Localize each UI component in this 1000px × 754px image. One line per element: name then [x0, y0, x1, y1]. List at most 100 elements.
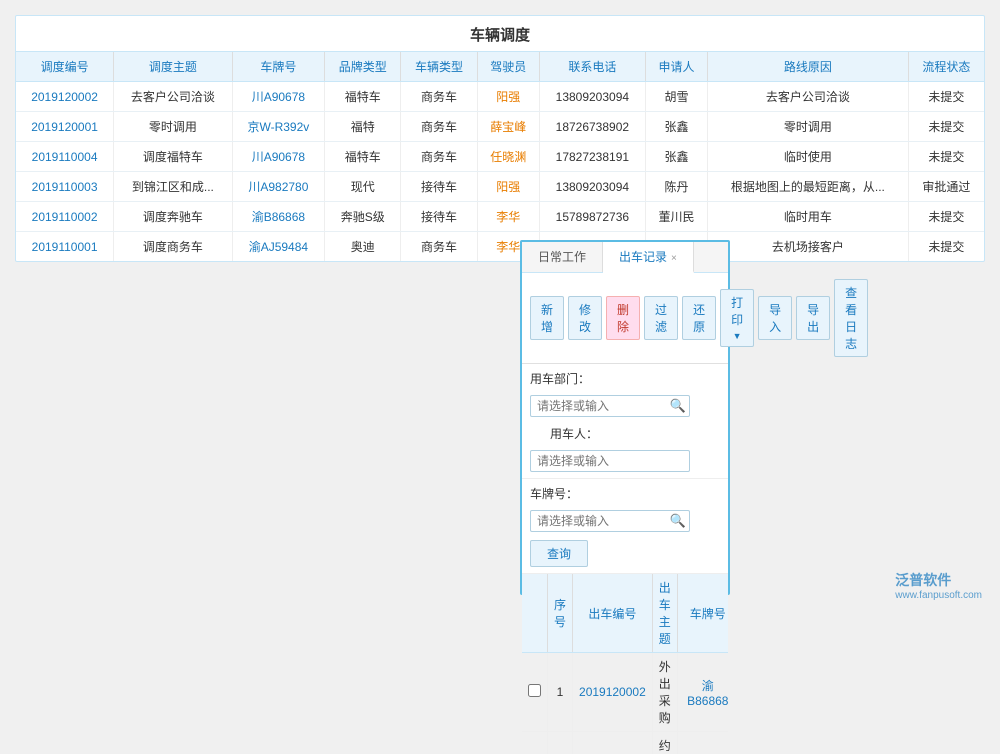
bottom-col-header: 车牌号: [677, 574, 728, 653]
top-col-header: 调度主题: [114, 52, 233, 82]
table-cell[interactable]: 2019110002: [16, 202, 114, 232]
bottom-section: 日常工作出车记录× 新增修改删除过滤还原打印导入导出查看日志 用车部门： 🔍 用…: [520, 240, 730, 595]
toolbar: 新增修改删除过滤还原打印导入导出查看日志: [522, 273, 728, 364]
table-cell: 商务车: [401, 112, 477, 142]
toolbar-btn-新增[interactable]: 新增: [530, 296, 564, 340]
top-col-header: 申请人: [645, 52, 707, 82]
table-cell[interactable]: 川A90678: [232, 142, 324, 172]
top-col-header: 车辆类型: [401, 52, 477, 82]
table-cell: 15789872736: [539, 202, 645, 232]
table-cell: 现代: [325, 172, 401, 202]
table-cell: 调度商务车: [114, 232, 233, 262]
table-cell: 商务车: [401, 232, 477, 262]
tab-item-1[interactable]: 出车记录×: [603, 242, 694, 273]
table-cell: 张鑫: [645, 142, 707, 172]
row-checkbox[interactable]: [528, 684, 541, 697]
table-cell: 福特: [325, 112, 401, 142]
table-cell: 福特车: [325, 82, 401, 112]
dept-input-wrap: 🔍: [530, 395, 690, 417]
toolbar-btn-打印[interactable]: 打印: [720, 289, 754, 347]
top-col-header: 车牌号: [232, 52, 324, 82]
user-input[interactable]: [530, 450, 690, 472]
toolbar-btn-删除[interactable]: 删除: [606, 296, 640, 340]
toolbar-btn-修改[interactable]: 修改: [568, 296, 602, 340]
watermark-url: www.fanpusoft.com: [895, 590, 982, 601]
table-cell: 17827238191: [539, 142, 645, 172]
bottom-col-header: 出车主题: [652, 574, 677, 653]
toolbar-btn-还原[interactable]: 还原: [682, 296, 716, 340]
top-col-header: 驾驶员: [477, 52, 539, 82]
table-cell[interactable]: 2019110003: [16, 172, 114, 202]
dept-input[interactable]: [530, 395, 690, 417]
table-cell: 未提交: [908, 82, 984, 112]
bottom-table-cell[interactable]: 2019120001: [573, 732, 653, 754]
bottom-table-cell[interactable]: 2019120002: [573, 653, 653, 732]
plate-input[interactable]: [530, 510, 690, 532]
plate-search-icon[interactable]: 🔍: [670, 513, 686, 529]
top-section-title: 车辆调度: [16, 16, 984, 52]
table-cell[interactable]: 任晓渊: [477, 142, 539, 172]
table-cell: 未提交: [908, 112, 984, 142]
tabs-bar: 日常工作出车记录×: [522, 242, 728, 273]
table-cell: 商务车: [401, 82, 477, 112]
table-cell: 张鑫: [645, 112, 707, 142]
table-cell: 零时调用: [114, 112, 233, 142]
table-cell[interactable]: 2019120002: [16, 82, 114, 112]
table-cell[interactable]: 2019110001: [16, 232, 114, 262]
table-cell[interactable]: 阳强: [477, 82, 539, 112]
table-cell[interactable]: 川A982780: [232, 172, 324, 202]
table-cell: 胡雪: [645, 82, 707, 112]
table-cell[interactable]: 渝AJ59484: [232, 232, 324, 262]
row-checkbox-cell[interactable]: [522, 732, 548, 754]
table-cell: 临时用车: [708, 202, 909, 232]
toolbar-btn-查看日志[interactable]: 查看日志: [834, 279, 868, 357]
table-cell[interactable]: 2019120001: [16, 112, 114, 142]
table-cell[interactable]: 阳强: [477, 172, 539, 202]
table-cell: 去机场接客户: [708, 232, 909, 262]
table-cell: 接待车: [401, 202, 477, 232]
dept-search-icon[interactable]: 🔍: [670, 398, 686, 414]
bottom-col-header: 出车编号: [573, 574, 653, 653]
table-cell[interactable]: 京W-R392v: [232, 112, 324, 142]
table-cell: 奔驰S级: [325, 202, 401, 232]
toolbar-btn-导入[interactable]: 导入: [758, 296, 792, 340]
table-row: 2019120001零时调用京W-R392v福特商务车薛宝峰1872673890…: [16, 112, 984, 142]
table-row: 2019110002调度奔驰车渝B86868奔驰S级接待车李华157898727…: [16, 202, 984, 232]
table-cell: 去客户公司洽谈: [114, 82, 233, 112]
table-row: 2019120002去客户公司洽谈川A90678福特车商务车阳强13809203…: [16, 82, 984, 112]
table-row: 2019110001调度商务车渝AJ59484奥迪商务车李华1578987273…: [16, 232, 984, 262]
schedule-table: 调度编号调度主题车牌号品牌类型车辆类型驾驶员联系电话申请人路线原因流程状态 20…: [16, 52, 984, 261]
table-cell: 13809203094: [539, 82, 645, 112]
bottom-table: 序号出车编号出车主题车牌号品牌类型车辆类型驾驶员 12019120002外出采购…: [522, 574, 728, 754]
toolbar-btn-导出[interactable]: 导出: [796, 296, 830, 340]
table-cell: 18726738902: [539, 112, 645, 142]
query-button[interactable]: 查询: [530, 540, 588, 567]
table-cell[interactable]: 川A90678: [232, 82, 324, 112]
table-cell: 未提交: [908, 202, 984, 232]
table-cell: 接待车: [401, 172, 477, 202]
user-label: 用车人：: [550, 425, 598, 442]
table-cell[interactable]: 2019110004: [16, 142, 114, 172]
table-row: 2019110004调度福特车川A90678福特车商务车任晓渊178272381…: [16, 142, 984, 172]
dept-label: 用车部门：: [530, 370, 590, 387]
table-cell[interactable]: 薛宝峰: [477, 112, 539, 142]
table-row: 2019110003到锦江区和成...川A982780现代接待车阳强138092…: [16, 172, 984, 202]
watermark: 泛普软件 www.fanpusoft.com: [895, 570, 982, 601]
table-cell[interactable]: 李华: [477, 202, 539, 232]
row-checkbox-cell[interactable]: [522, 653, 548, 732]
table-cell: 陈丹: [645, 172, 707, 202]
tab-item-0[interactable]: 日常工作: [522, 242, 603, 272]
table-row: 22019120001约见客户川A982780现代接待车阳强: [522, 732, 728, 754]
top-col-header: 联系电话: [539, 52, 645, 82]
top-col-header: 路线原因: [708, 52, 909, 82]
toolbar-btn-过滤[interactable]: 过滤: [644, 296, 678, 340]
bottom-table-scroll: 序号出车编号出车主题车牌号品牌类型车辆类型驾驶员 12019120002外出采购…: [522, 574, 728, 754]
tab-close-icon[interactable]: ×: [671, 253, 677, 264]
table-cell: 13809203094: [539, 172, 645, 202]
plate-input-wrap: 🔍: [530, 510, 690, 532]
bottom-table-cell: 1: [548, 653, 573, 732]
table-cell[interactable]: 渝B86868: [232, 202, 324, 232]
top-col-header: 调度编号: [16, 52, 114, 82]
bottom-table-cell[interactable]: 川A982780: [677, 732, 728, 754]
bottom-table-cell[interactable]: 渝B86868: [677, 653, 728, 732]
